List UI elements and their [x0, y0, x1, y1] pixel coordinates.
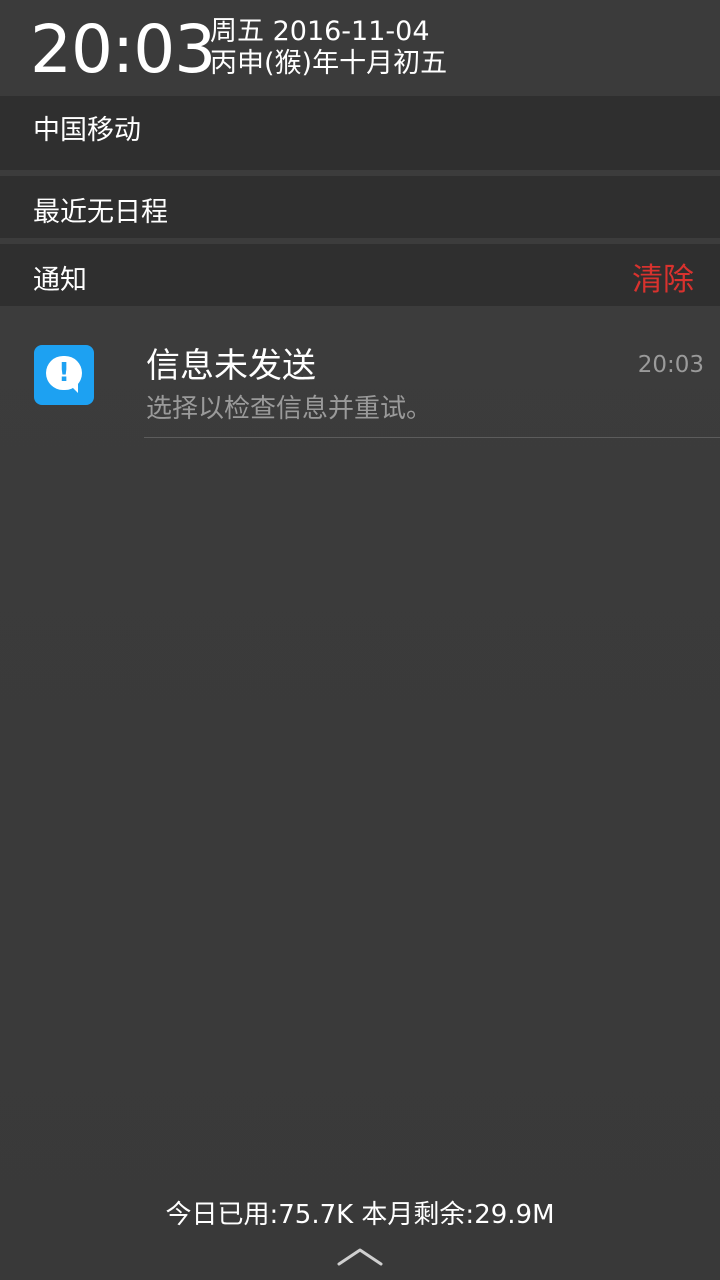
calendar-label: 最近无日程	[33, 197, 168, 228]
message-alert-icon: !	[34, 345, 94, 405]
notification-time: 20:03	[637, 352, 704, 378]
status-header: 20:03 周五 2016-11-04 丙申(猴)年十月初五	[0, 0, 720, 96]
notification-shade: 20:03 周五 2016-11-04 丙申(猴)年十月初五 中国移动 最近无日…	[0, 0, 720, 1280]
data-usage-text: 今日已用:75.7K 本月剩余:29.9M	[165, 1200, 555, 1230]
lunar-date-text: 丙申(猴)年十月初五	[210, 48, 448, 79]
exclamation-mark: !	[58, 358, 70, 388]
carrier-label: 中国移动	[33, 115, 141, 146]
clear-all-button[interactable]: 清除	[632, 254, 694, 299]
carrier-row: 中国移动	[0, 96, 720, 170]
calendar-row[interactable]: 最近无日程	[0, 176, 720, 238]
notifications-section-label: 通知	[33, 265, 87, 296]
date-text[interactable]: 周五 2016-11-04	[210, 16, 430, 48]
notification-title: 信息未发送	[146, 346, 316, 386]
divider	[144, 437, 720, 438]
notification-body: 选择以检查信息并重试。	[146, 394, 433, 424]
chevron-up-icon[interactable]	[335, 1240, 385, 1270]
clock[interactable]: 20:03	[30, 10, 216, 90]
notifications-header: 通知 清除	[0, 244, 720, 306]
notification-item[interactable]: ! 信息未发送 20:03 选择以检查信息并重试。	[0, 320, 720, 440]
